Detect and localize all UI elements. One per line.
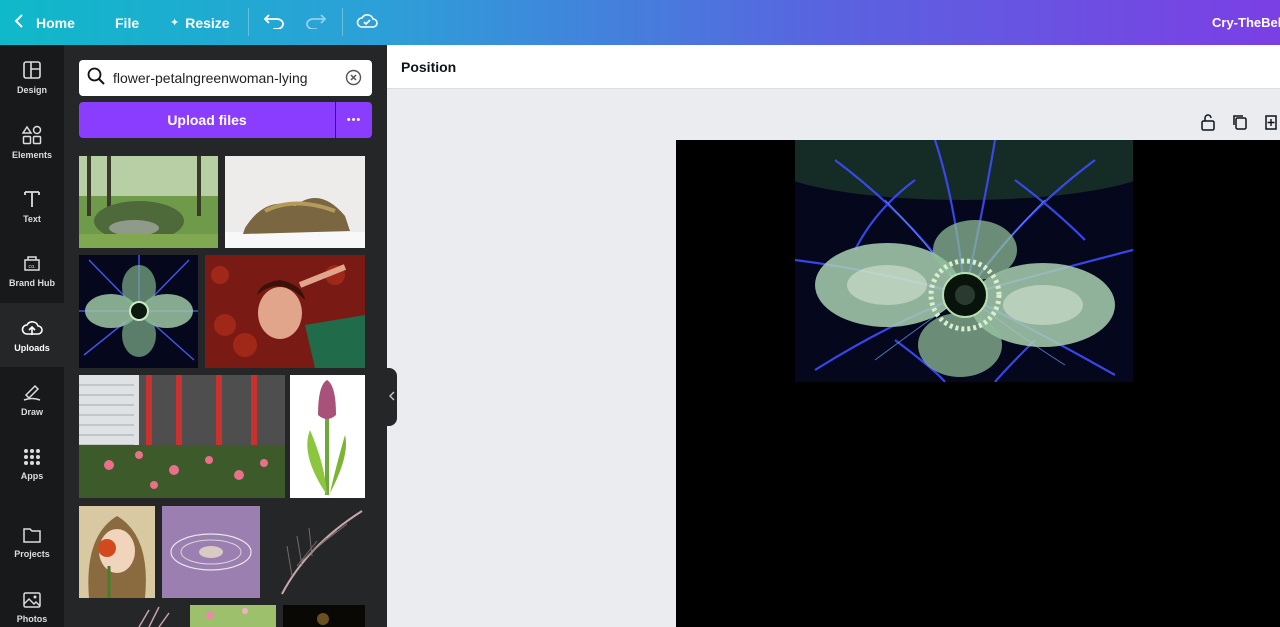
save-status-button[interactable] [356,0,378,45]
rail-item-uploads[interactable]: Uploads [0,303,64,367]
upload-thumbnail-garden[interactable] [79,156,218,248]
upload-thumbnail-feather[interactable] [267,506,365,598]
page-tools [1200,113,1278,136]
file-menu-button[interactable]: File [115,0,139,45]
cloud-saved-icon [356,12,378,33]
folder-icon [22,526,42,544]
rail-item-brand-hub[interactable]: co. Brand Hub [0,238,64,302]
upload-cloud-icon [21,318,43,338]
undo-icon [263,13,285,32]
lock-icon[interactable] [1200,113,1216,136]
side-navigation: Design Elements Text co. Brand Hub Uploa… [0,45,64,627]
rail-item-design[interactable]: Design [0,45,64,109]
rail-item-label: Brand Hub [9,277,55,288]
rail-item-projects[interactable]: Projects [0,510,64,574]
rail-item-elements[interactable]: Elements [0,110,64,174]
upload-thumbnail-woman-lying[interactable] [205,255,365,368]
upload-thumbnail-fractal[interactable] [79,255,198,368]
upload-thumbnail-fractal-lilac[interactable] [162,506,260,598]
text-icon [22,189,42,209]
rail-item-photos[interactable]: Photos [0,575,64,627]
sparkle-icon: ✦ [170,17,180,29]
upload-thumbnail-meadow[interactable] [190,605,276,627]
toolbar-divider [248,8,249,36]
apps-icon [23,448,41,466]
undo-button[interactable] [263,0,285,45]
resize-button[interactable]: ✦ Resize [170,0,230,45]
elements-icon [22,125,42,145]
redo-icon [305,13,327,32]
top-bar: Home File ✦ Resize Cry-TheBel [0,0,1280,45]
upload-thumbnail-plants[interactable] [79,605,184,627]
draw-icon [22,382,42,402]
uploads-panel: Upload files ••• [64,45,387,627]
rail-item-text[interactable]: Text [0,174,64,238]
rail-item-label: Uploads [14,342,50,353]
home-button[interactable]: Home [14,0,75,45]
canvas-image-fractal-flower[interactable] [795,140,1133,382]
rail-item-label: Photos [16,613,48,624]
search-box [79,60,372,96]
upload-thumbnail-tulip[interactable] [290,375,365,498]
upload-thumbnail-girl-flower[interactable] [79,506,155,598]
photo-icon [22,591,42,609]
rail-item-label: Text [23,213,41,224]
add-page-icon[interactable] [1264,113,1278,136]
rail-item-label: Projects [14,548,50,559]
chevron-left-icon [14,14,24,31]
design-title[interactable]: Cry-TheBel [1212,0,1280,45]
file-label: File [115,14,140,31]
search-input[interactable] [113,70,333,86]
context-toolbar: Position [387,45,1280,89]
design-icon [22,60,42,80]
upload-thumbnail-dark-flower[interactable] [283,605,365,627]
rail-item-draw[interactable]: Draw [0,367,64,431]
position-button[interactable]: Position [401,45,456,89]
clear-search-icon[interactable] [345,69,362,91]
rail-item-apps[interactable]: Apps [0,432,64,496]
svg-text:co.: co. [28,264,36,270]
collapse-panel-button[interactable] [387,368,397,426]
brand-hub-icon: co. [22,253,42,273]
rail-item-label: Design [16,84,47,95]
rail-item-label: Draw [20,406,43,417]
upload-thumbnail-sculpture[interactable] [225,156,365,248]
upload-files-button[interactable]: Upload files [79,102,335,138]
more-icon: ••• [346,114,362,126]
search-icon [87,67,105,90]
chevron-left-icon [389,391,395,403]
toolbar-divider [342,8,343,36]
resize-label: Resize [185,14,230,31]
redo-button[interactable] [305,0,327,45]
more-options-button[interactable]: ••• [336,102,372,138]
upload-thumbnail-window-flowers[interactable] [79,375,285,498]
rail-item-label: Elements [11,149,53,160]
rail-item-label: Apps [20,470,44,481]
duplicate-icon[interactable] [1232,113,1248,136]
home-label: Home [36,14,75,31]
